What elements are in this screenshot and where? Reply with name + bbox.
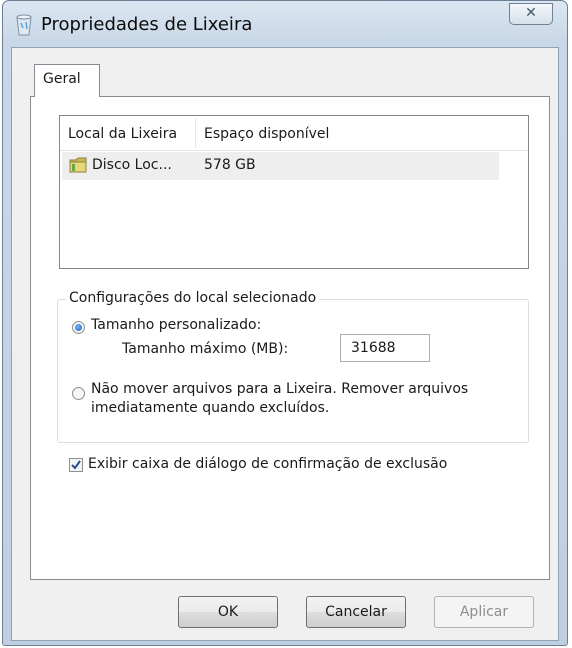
recycle-bin-location-list[interactable]: Local da Lixeira Espaço disponível Disco… <box>59 115 529 269</box>
list-header: Local da Lixeira Espaço disponível <box>60 116 528 151</box>
group-title: Configurações do local selecionado <box>66 290 320 306</box>
checkmark-icon <box>71 460 81 470</box>
close-icon: ✕ <box>525 5 537 21</box>
tab-panel-geral: Local da Lixeira Espaço disponível Disco… <box>30 96 550 580</box>
no-move-radio[interactable] <box>72 387 85 400</box>
no-move-label[interactable]: Não mover arquivos para a Lixeira. Remov… <box>91 380 521 418</box>
column-header-space[interactable]: Espaço disponível <box>204 126 329 142</box>
location-name: Disco Loc... <box>92 157 172 173</box>
max-size-label: Tamanho máximo (MB): <box>122 341 289 357</box>
cancel-button[interactable]: Cancelar <box>306 596 406 628</box>
folder-icon <box>69 156 88 174</box>
available-space: 578 GB <box>204 157 256 173</box>
close-button[interactable]: ✕ <box>509 3 553 25</box>
ok-button[interactable]: OK <box>178 596 278 628</box>
apply-button[interactable]: Aplicar <box>434 596 534 628</box>
confirm-delete-label[interactable]: Exibir caixa de diálogo de confirmação d… <box>88 456 447 472</box>
dialog-window: Propriedades de Lixeira ✕ Geral Local da… <box>2 0 568 646</box>
max-size-input[interactable]: 31688 <box>340 334 430 362</box>
recycle-bin-icon <box>15 11 33 37</box>
column-header-location[interactable]: Local da Lixeira <box>68 126 177 142</box>
column-separator[interactable] <box>195 118 196 148</box>
location-settings-group: Configurações do local selecionado Taman… <box>57 290 529 443</box>
window-title: Propriedades de Lixeira <box>41 14 253 35</box>
confirm-delete-checkbox[interactable] <box>69 458 83 472</box>
tab-geral[interactable]: Geral <box>34 64 100 97</box>
custom-size-label[interactable]: Tamanho personalizado: <box>91 317 261 333</box>
title-bar[interactable]: Propriedades de Lixeira ✕ <box>3 1 567 47</box>
client-area: Geral Local da Lixeira Espaço disponível <box>11 47 559 641</box>
list-item[interactable]: Disco Loc... 578 GB <box>62 152 499 180</box>
custom-size-radio[interactable] <box>72 321 85 334</box>
